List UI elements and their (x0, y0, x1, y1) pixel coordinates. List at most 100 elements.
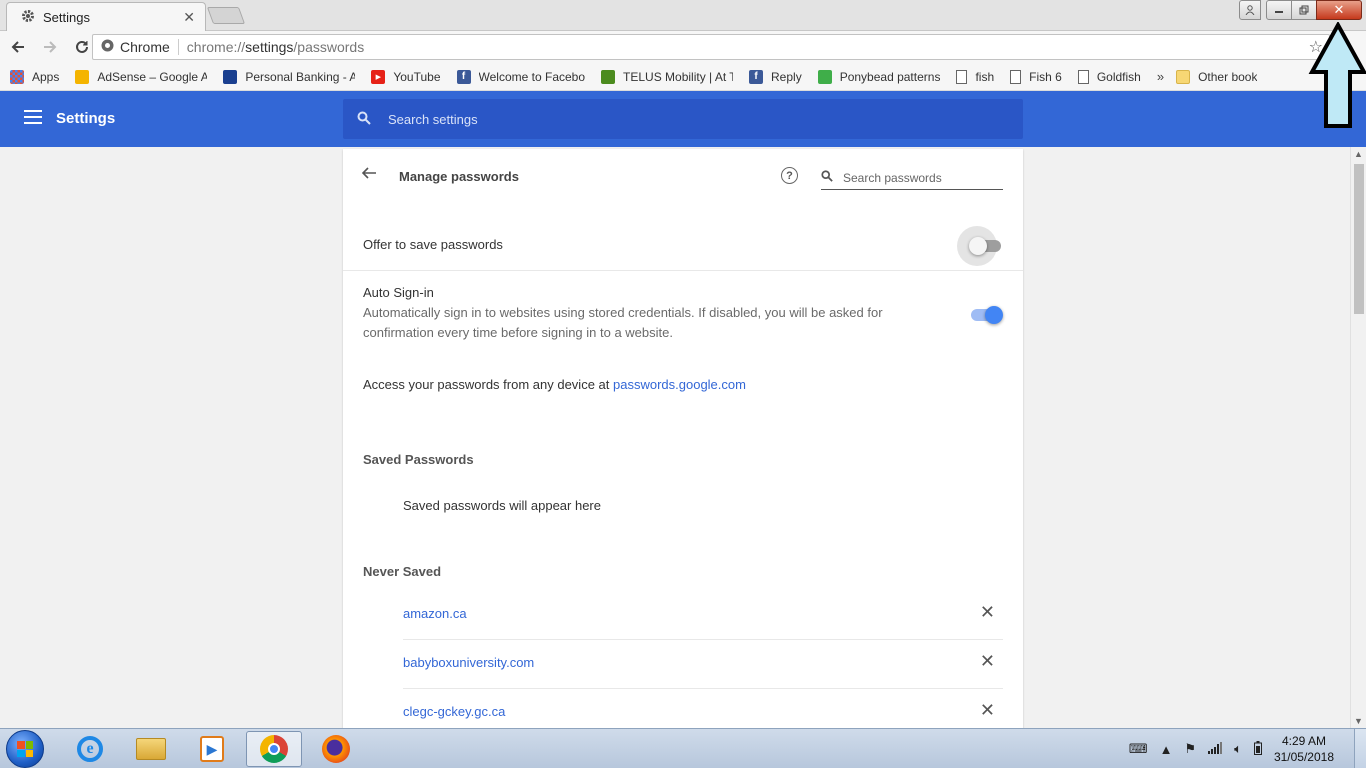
page-title: Settings (56, 110, 116, 127)
volume-icon[interactable]: 🔈︎ (1234, 741, 1242, 757)
taskbar-internet-explorer[interactable]: e (62, 731, 118, 767)
bookmark-label: Goldfish (1096, 69, 1141, 84)
page-icon (956, 69, 968, 84)
password-search-box[interactable] (821, 166, 1003, 190)
never-saved-site-link[interactable]: babyboxuniversity.com (403, 655, 534, 670)
offer-to-save-row[interactable]: Offer to save passwords (343, 213, 1023, 271)
gear-icon (21, 9, 35, 26)
internet-explorer-icon: e (77, 736, 103, 762)
apps-grid-icon (10, 69, 24, 84)
bookmark-item[interactable]: Goldfish (1077, 69, 1141, 84)
remove-exception-close-icon[interactable]: ✕ (980, 651, 995, 672)
page-icon (1010, 69, 1022, 84)
address-bar[interactable]: Chrome chrome://settings/passwords ☆ (92, 34, 1330, 60)
bookmark-item[interactable]: AdSense – Google A (75, 69, 208, 84)
profile-button[interactable] (1239, 0, 1261, 20)
start-button[interactable] (6, 730, 44, 768)
subpage-title: Manage passwords (399, 169, 519, 184)
taskbar-chrome[interactable] (246, 731, 302, 767)
show-desktop-button[interactable] (1354, 729, 1366, 768)
clock-date: 31/05/2018 (1273, 750, 1334, 764)
settings-search-input[interactable] (388, 111, 988, 127)
folder-icon (1176, 69, 1191, 84)
never-saved-site-link[interactable]: clegc-gckey.gc.ca (403, 704, 505, 719)
settings-search-box[interactable] (343, 99, 1023, 139)
page-scrollbar[interactable]: ▲ ▼ (1350, 147, 1366, 728)
saved-passwords-heading: Saved Passwords (363, 452, 474, 467)
never-saved-item: clegc-gckey.gc.ca ✕ (403, 689, 1003, 728)
manage-passwords-card: Manage passwords ? Offer to save passwor… (343, 149, 1023, 728)
annotation-arrow-icon (1308, 22, 1366, 128)
help-icon[interactable]: ? (781, 167, 798, 184)
bookmark-item[interactable]: f Reply (749, 69, 802, 84)
bookmark-item[interactable]: ▶ YouTube (371, 69, 441, 84)
remove-exception-close-icon[interactable]: ✕ (980, 602, 995, 623)
bookmark-item[interactable]: Apps (10, 69, 59, 84)
system-clock[interactable]: 4:29 AM 31/05/2018 (1274, 733, 1334, 765)
passwords-google-link[interactable]: passwords.google.com (613, 377, 746, 392)
bookmark-item[interactable]: TELUS Mobility | At T (601, 69, 733, 84)
scroll-down-icon[interactable]: ▼ (1354, 716, 1363, 726)
network-signal-icon[interactable] (1208, 741, 1223, 757)
access-passwords-text: Access your passwords from any device at… (363, 377, 746, 392)
settings-content: Manage passwords ? Offer to save passwor… (0, 147, 1350, 728)
back-arrow-icon[interactable] (361, 165, 377, 186)
never-saved-item: amazon.ca ✕ (403, 591, 1003, 640)
bookmark-item[interactable]: f Welcome to Facebo (456, 69, 585, 84)
access-passwords-row: Access your passwords from any device at… (343, 377, 1023, 397)
battery-icon[interactable] (1253, 740, 1262, 758)
taskbar-firefox[interactable] (308, 731, 364, 767)
scrollbar-thumb[interactable] (1354, 164, 1364, 314)
never-saved-item: babyboxuniversity.com ✕ (403, 640, 1003, 689)
menu-icon[interactable] (24, 110, 42, 124)
bookmarks-overflow-button[interactable]: » (1157, 69, 1164, 84)
password-search-input[interactable] (843, 170, 993, 185)
minimize-icon (1275, 11, 1283, 13)
arrow-right-icon (44, 41, 57, 53)
tab-close-button[interactable]: ✕ (183, 9, 195, 26)
bookmark-item[interactable]: Fish 6 (1010, 69, 1062, 84)
url-path: /passwords (293, 39, 365, 55)
tab-settings[interactable]: Settings ✕ (6, 2, 206, 31)
facebook-icon: f (456, 69, 471, 84)
new-tab-button[interactable] (206, 7, 246, 24)
arrow-left-icon (11, 41, 24, 53)
auto-signin-label: Auto Sign-in (363, 285, 434, 300)
window-close-button[interactable]: ✕ (1316, 0, 1362, 20)
never-saved-heading: Never Saved (363, 564, 442, 579)
telus-icon (601, 69, 616, 84)
offer-to-save-toggle[interactable] (969, 237, 1001, 255)
auto-signin-toggle[interactable] (971, 306, 1003, 324)
never-saved-site-link[interactable]: amazon.ca (403, 606, 467, 621)
chrome-icon (260, 735, 288, 763)
bookmark-label: Other book (1198, 69, 1258, 84)
scroll-up-icon[interactable]: ▲ (1354, 149, 1363, 159)
bookmark-label: Ponybead patterns (839, 69, 941, 84)
remove-exception-close-icon[interactable]: ✕ (980, 700, 995, 721)
taskbar-file-explorer[interactable] (123, 731, 179, 767)
saved-passwords-empty-message: Saved passwords will appear here (403, 498, 601, 513)
action-center-flag-icon[interactable]: ⚑ (1184, 741, 1196, 757)
minimize-button[interactable] (1266, 0, 1292, 20)
browser-toolbar: Chrome chrome://settings/passwords ☆ (0, 31, 1366, 63)
youtube-icon: ▶ (371, 69, 386, 84)
url-text[interactable]: chrome://settings/passwords (187, 39, 364, 55)
bookmark-item[interactable]: fish (956, 69, 994, 84)
keyboard-icon[interactable]: ⌨ (1129, 741, 1148, 757)
access-prefix: Access your passwords from any device at (363, 377, 613, 392)
back-button[interactable] (4, 33, 32, 61)
chrome-page-icon (101, 39, 114, 55)
taskbar-media-player[interactable]: ▶ (184, 731, 240, 767)
bookmark-item[interactable]: Ponybead patterns (817, 69, 941, 84)
bookmark-label: AdSense – Google A (97, 69, 208, 84)
page-icon (1077, 69, 1089, 84)
bookmark-folder-other[interactable]: Other book (1176, 69, 1258, 84)
tray-expand-icon[interactable]: ▲ (1160, 742, 1173, 757)
windows-taskbar: e ▶ ⌨ ▲ ⚑ 🔈︎ 4:29 AM 31/05/2018 (0, 728, 1366, 768)
bookmark-item[interactable]: Personal Banking - A (223, 69, 355, 84)
restore-button[interactable] (1291, 0, 1317, 20)
auto-signin-row[interactable]: Auto Sign-in Automatically sign in to we… (343, 271, 1023, 351)
settings-header: Settings (0, 91, 1366, 147)
reload-icon (76, 40, 88, 53)
forward-button[interactable] (36, 33, 64, 61)
